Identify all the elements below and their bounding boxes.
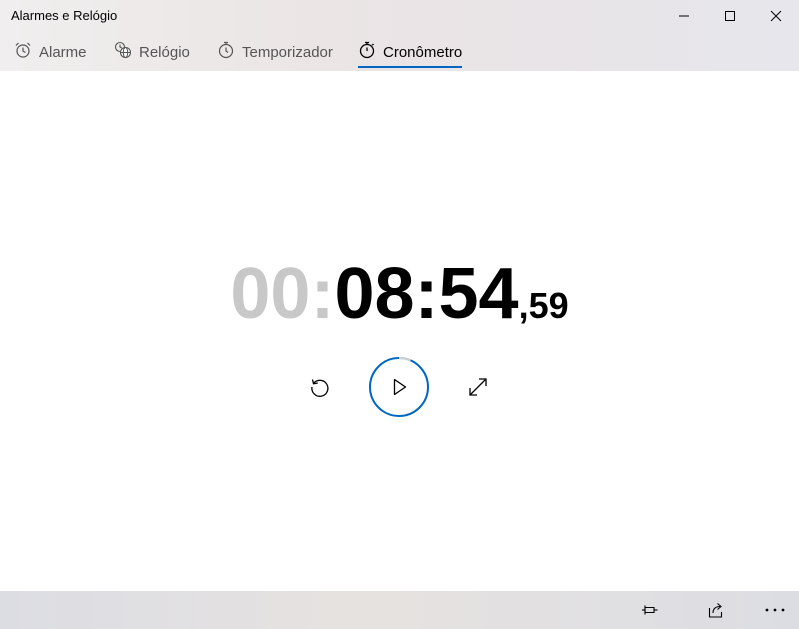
tab-stopwatch[interactable]: Cronômetro [358,36,463,71]
tab-alarm[interactable]: Alarme [14,36,87,71]
tab-clock[interactable]: Relógio [114,36,190,71]
app-title: Alarmes e Relógio [11,8,118,23]
active-tab-indicator [358,66,463,68]
minimize-icon [679,15,689,17]
minimize-button[interactable] [661,0,707,32]
expand-icon [469,378,487,396]
reset-button[interactable] [300,367,340,407]
tab-label: Alarme [39,44,87,61]
stopwatch-hours-separator: : [310,254,335,334]
title-bar: Alarmes e Relógio Alarme Relógio Tempori… [0,0,799,71]
stopwatch-minutes-seconds: 08:54 [334,254,519,334]
pin-button[interactable] [630,591,670,629]
timer-icon [218,41,234,59]
maximize-icon [725,11,735,21]
close-icon [770,10,782,22]
reset-icon [311,379,329,397]
tab-label: Cronômetro [383,44,463,61]
bottom-command-bar [0,591,799,629]
share-button[interactable] [696,591,736,629]
stopwatch-hours: 00 [230,254,311,334]
stopwatch-display: 00:08:54,59 [0,258,799,330]
stopwatch-fraction: ,59 [518,285,569,326]
play-button[interactable] [368,356,430,418]
more-icon [765,608,785,612]
tab-timer[interactable]: Temporizador [217,36,333,71]
close-button[interactable] [753,0,799,32]
tab-label: Relógio [139,44,190,61]
expand-button[interactable] [458,367,498,407]
alarm-clock-icon [15,42,31,58]
stopwatch-icon [359,41,375,59]
share-icon [708,603,723,618]
more-button[interactable] [755,591,795,629]
play-icon [369,356,429,417]
world-clock-icon [114,41,132,59]
maximize-button[interactable] [707,0,753,32]
tab-label: Temporizador [242,44,333,61]
pin-icon [642,605,658,615]
